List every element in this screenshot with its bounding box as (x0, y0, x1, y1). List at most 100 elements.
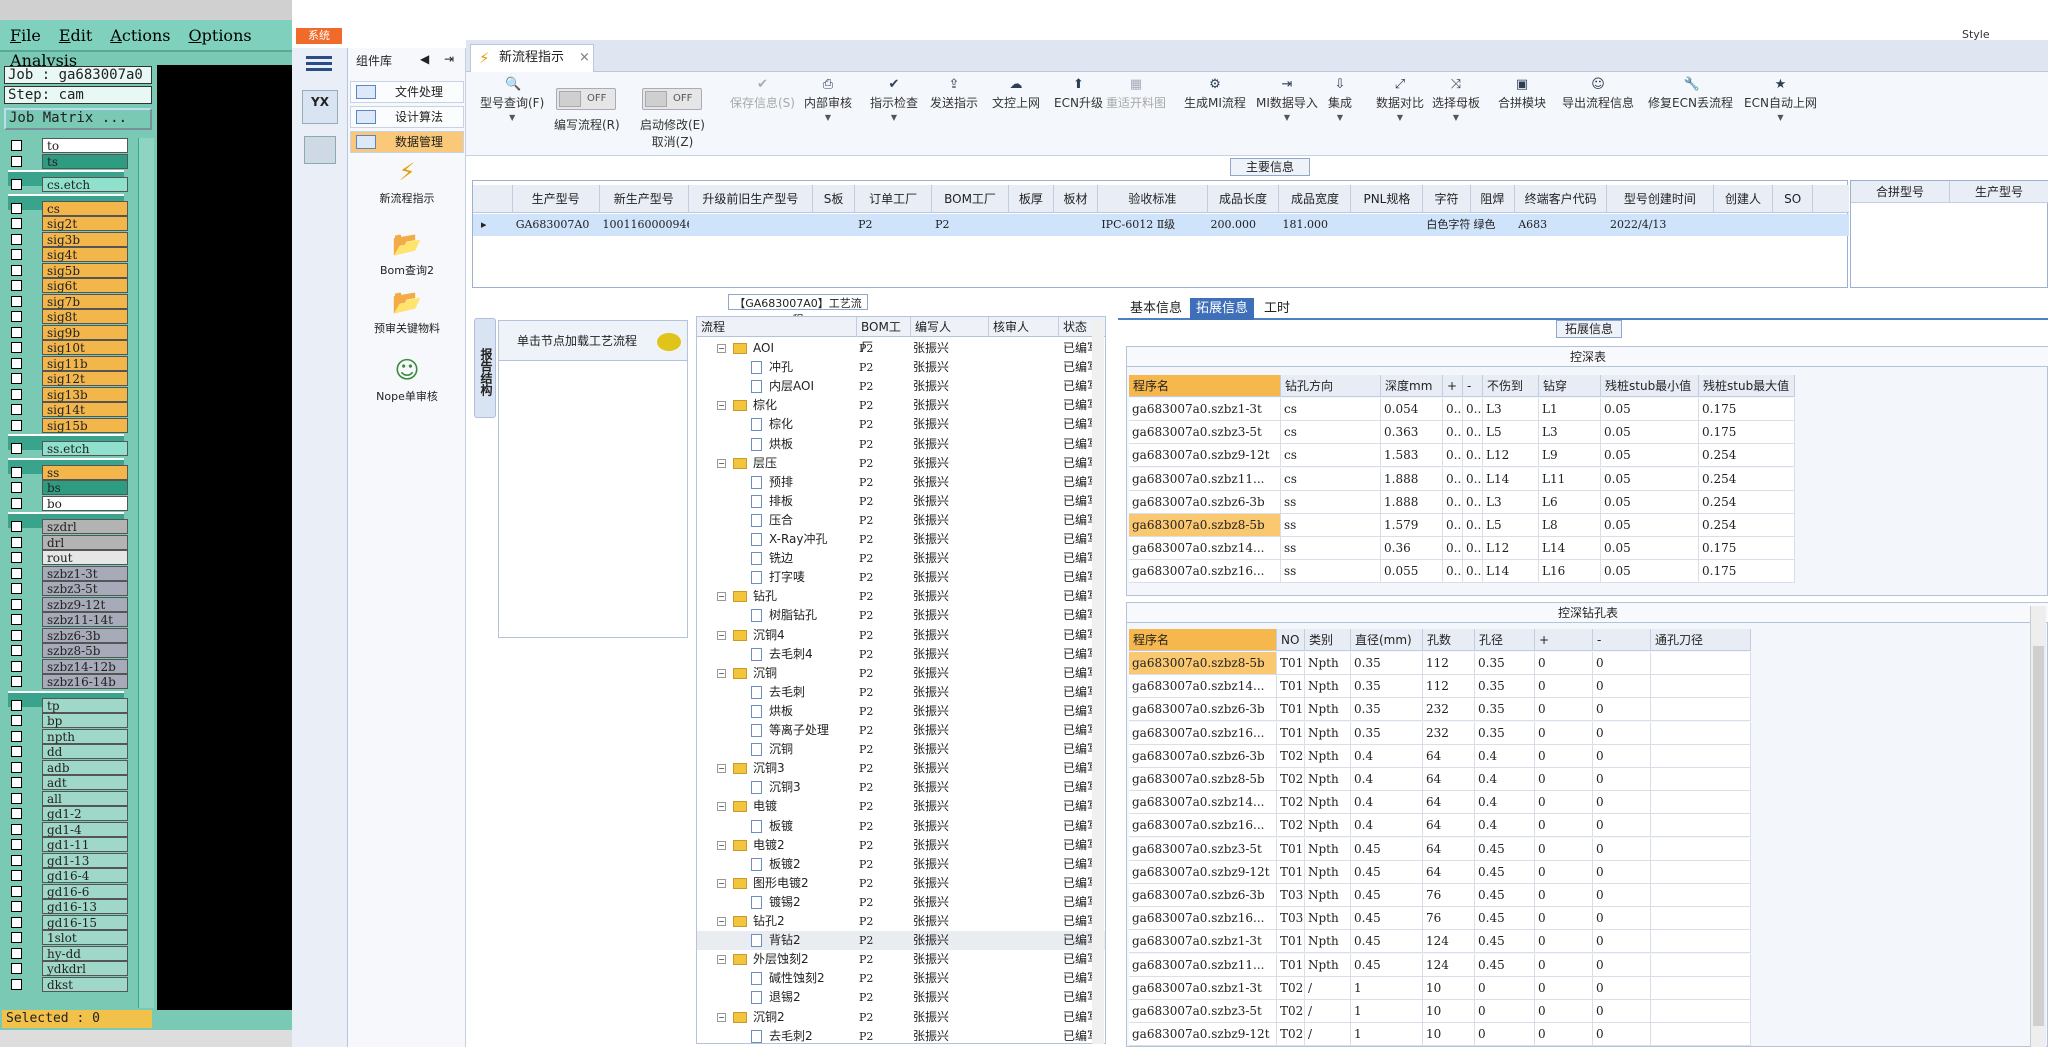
toolbar-btn-3[interactable]: ✔ 保存信息(S) (730, 78, 795, 111)
drill-col-header[interactable]: 类别 (1305, 629, 1351, 651)
layer-row[interactable]: sig7b (6, 293, 128, 309)
layer-checkbox[interactable] (11, 249, 22, 260)
layer-checkbox[interactable] (11, 676, 22, 687)
layer-checkbox[interactable] (11, 823, 22, 835)
layer-checkbox[interactable] (11, 419, 22, 431)
depth-col-header[interactable]: 不伤到 (1483, 375, 1539, 397)
layer-checkbox[interactable] (11, 482, 22, 493)
report-structure-tab[interactable]: 报告结构 (474, 318, 496, 418)
tree-row[interactable]: 背钻2 P2 张振兴 已编写 (697, 931, 1105, 951)
layer-checkbox[interactable] (11, 746, 22, 757)
layer-checkbox[interactable] (11, 699, 22, 711)
layer-checkbox[interactable] (11, 404, 22, 415)
detail-tab-2[interactable]: 工时 (1258, 298, 1296, 320)
tree-col-header[interactable]: BOM工厂 (857, 317, 911, 354)
layer-checkbox[interactable] (11, 598, 22, 610)
tree-row[interactable]: − 沉铜3 P2 张振兴 已编写 (697, 759, 1105, 778)
layer-row[interactable]: drl (6, 534, 128, 550)
chevron-down-icon[interactable]: ▼ (1432, 113, 1480, 122)
layer-row[interactable]: sig5b (6, 262, 128, 278)
layer-row[interactable]: sig6t (6, 278, 128, 293)
collapse-toggle-icon[interactable]: − (717, 630, 726, 640)
chevron-down-icon[interactable]: ▼ (1328, 113, 1352, 122)
sidebar-item-1[interactable]: 设计算法 (350, 106, 464, 128)
main-col-header[interactable]: 订单工厂 (855, 185, 933, 213)
collapse-toggle-icon[interactable]: − (717, 840, 726, 850)
layer-row[interactable]: bp (6, 713, 128, 728)
layer-row[interactable]: npth (6, 728, 128, 744)
tree-row[interactable]: 打字唛 P2 张振兴 已编写 (697, 568, 1105, 587)
layer-row[interactable]: bs (6, 480, 128, 495)
layer-checkbox[interactable] (11, 466, 22, 478)
collapse-toggle-icon[interactable]: − (717, 802, 726, 812)
layer-checkbox[interactable] (11, 264, 22, 276)
tree-row[interactable]: 铣边 P2 张振兴 已编写 (697, 549, 1105, 568)
menu-options[interactable]: Options (179, 20, 260, 45)
menu-actions[interactable]: Actions (100, 20, 178, 45)
layer-row[interactable]: all (6, 790, 128, 806)
tree-col-header[interactable]: 编写人 (911, 317, 989, 337)
close-icon[interactable]: × (579, 45, 590, 71)
layer-checkbox[interactable] (11, 901, 22, 912)
layer-checkbox[interactable] (11, 870, 22, 881)
layer-row[interactable]: sig9b (6, 324, 128, 340)
layer-row[interactable]: gd16-15 (6, 914, 128, 930)
depth-col-header[interactable]: 残桩stub最大值 (1699, 375, 1795, 397)
tree-row[interactable]: 板镀2 P2 张振兴 已编写 (697, 855, 1105, 874)
layer-row[interactable]: rout (6, 550, 128, 565)
layer-row[interactable]: dd (6, 744, 128, 759)
layer-checkbox[interactable] (11, 140, 22, 151)
yx-module-icon[interactable]: YX (302, 90, 338, 124)
layer-checkbox[interactable] (11, 202, 22, 214)
layer-row[interactable]: ss.etch (6, 441, 128, 456)
drill-col-header[interactable]: NO (1277, 629, 1305, 651)
collapse-toggle-icon[interactable]: − (717, 592, 726, 602)
quick-item-1[interactable]: 📂 Bom查询2 (348, 230, 466, 278)
sidebar-item-2[interactable]: 数据管理 (350, 131, 464, 153)
layer-row[interactable]: tp (6, 697, 128, 713)
toggle-switch[interactable]: OFF (642, 88, 702, 110)
layer-checkbox[interactable] (11, 233, 22, 245)
layer-row[interactable]: sig4t (6, 247, 128, 262)
tree-row[interactable]: 退锡2 P2 张振兴 已编写 (697, 988, 1105, 1007)
main-col-header[interactable]: PNL规格 (1351, 185, 1424, 213)
toolbar-btn-8[interactable]: ⬆ ECN升级 (1054, 78, 1103, 111)
detail-scrollbar[interactable] (2030, 606, 2046, 1047)
layer-row[interactable]: 1slot (6, 930, 128, 945)
layer-checkbox[interactable] (11, 963, 22, 974)
drill-col-header[interactable]: 直径(mm) (1351, 629, 1423, 651)
tab-new-flow[interactable]: ⚡ 新流程指示 × (470, 44, 594, 72)
layer-checkbox[interactable] (11, 947, 22, 959)
toolbar-btn-14[interactable]: ⤨ 选择母板 ▼ (1432, 78, 1480, 123)
layer-checkbox[interactable] (11, 567, 22, 579)
main-col-header[interactable]: 字符 (1423, 185, 1471, 213)
layer-row[interactable]: sig3b (6, 231, 128, 247)
layer-checkbox[interactable] (11, 357, 22, 369)
main-col-header[interactable]: 创建人 (1714, 185, 1774, 213)
tree-row[interactable]: 镀锡2 P2 张振兴 已编写 (697, 893, 1105, 912)
main-col-header[interactable]: SO (1773, 185, 1813, 213)
tree-row[interactable]: 排板 P2 张振兴 已编写 (697, 492, 1105, 511)
layer-checkbox[interactable] (11, 885, 22, 897)
layer-checkbox[interactable] (11, 792, 22, 804)
tree-row[interactable]: − 电镀 P2 张振兴 已编写 (697, 797, 1105, 816)
drill-col-header[interactable]: 孔数 (1423, 629, 1475, 651)
tree-row[interactable]: 去毛刺2 P2 张振兴 已编写 (697, 1027, 1105, 1043)
tree-row[interactable]: − 钻孔2 P2 张振兴 已编写 (697, 912, 1105, 931)
layer-checkbox[interactable] (11, 326, 22, 338)
tree-row[interactable]: 冲孔 P2 张振兴 已编写 (697, 358, 1105, 377)
layer-row[interactable]: ydkdrl (6, 961, 128, 976)
layer-checkbox[interactable] (11, 218, 22, 229)
toolbar-btn-4[interactable]: ⎙ 内部审核 ▼ (804, 78, 852, 123)
tree-row[interactable]: 等离子处理 P2 张振兴 已编写 (697, 721, 1105, 740)
merge-col-header[interactable]: 生产型号 (1950, 181, 2048, 203)
layer-row[interactable]: cs (6, 200, 128, 216)
tree-row[interactable]: − 钻孔 P2 张振兴 已编写 (697, 587, 1105, 606)
tree-row[interactable]: − 沉铜4 P2 张振兴 已编写 (697, 626, 1105, 645)
layer-row[interactable]: to (6, 138, 128, 153)
layer-row[interactable]: gd1-4 (6, 821, 128, 837)
layer-checkbox[interactable] (11, 373, 22, 384)
layer-row[interactable]: gd1-2 (6, 806, 128, 821)
drill-col-header[interactable]: - (1593, 629, 1651, 651)
main-col-header[interactable]: 成品长度 (1208, 185, 1280, 213)
